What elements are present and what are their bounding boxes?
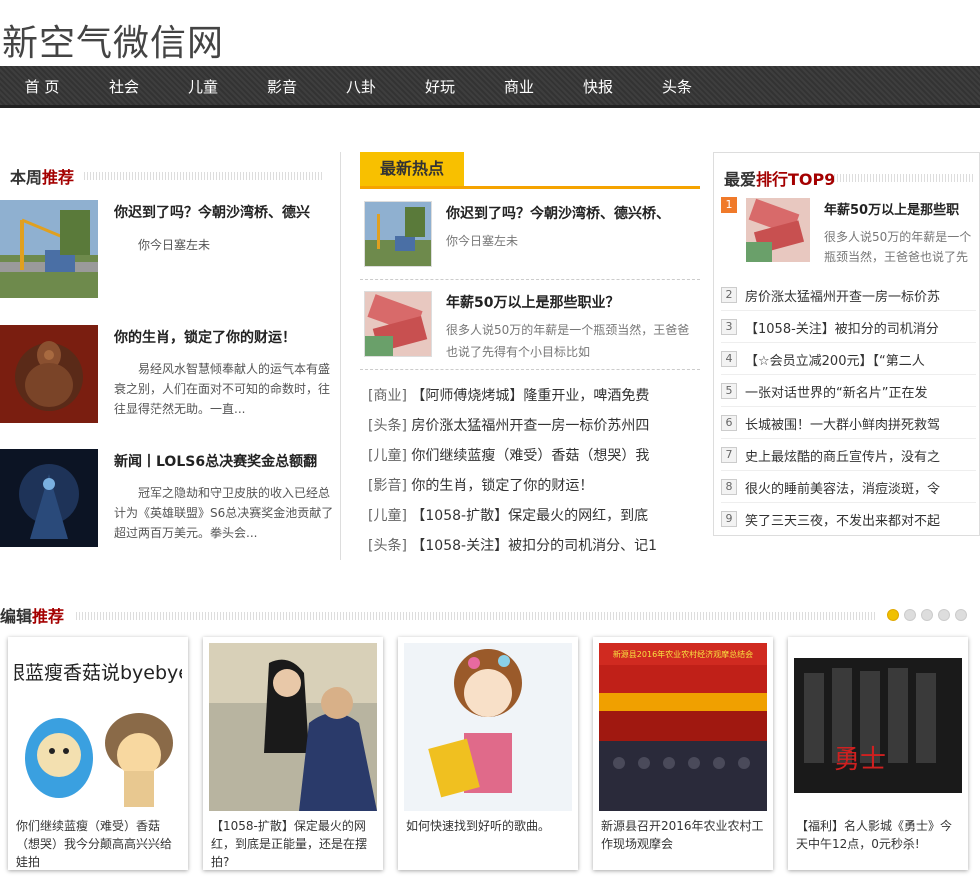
rank-top-title[interactable]: 年薪50万以上是那些职 [824,199,974,218]
nav-society[interactable]: 社会 [94,66,154,108]
column-divider [340,152,341,560]
site-logo[interactable]: 新空气微信网 [2,14,224,66]
rank-row-9[interactable]: 9 笑了三天三夜，不发出来都对不起 [721,503,976,535]
weekly-thumb-3[interactable] [0,449,98,547]
nav-news-flash[interactable]: 快报 [568,66,628,108]
editor-title-stripe [76,612,876,620]
carousel-dot-1[interactable] [887,609,899,621]
editor-pick-1-image: 跟蓝瘦香菇说byebye [14,643,182,811]
carousel-dot-3[interactable] [921,609,933,621]
weekly-item-2-title[interactable]: 你的生肖，锁定了你的财运！ [114,327,334,347]
editor-pick-4-image-text: 新源县2016年农业农村经济观摩总结会 [613,649,753,659]
editor-pick-3-image [404,643,572,811]
editor-pick-2-image [209,643,377,811]
hot-card-2-title[interactable]: 年薪50万以上是那些职业？ [446,292,619,312]
weekly-item-1-desc: 你今日塞左未 [138,238,211,252]
hot-thumb-1[interactable] [364,201,432,267]
hot-list-item-3[interactable]: [儿童] 你们继续蓝瘦（难受）香菇（想哭）我 [368,445,688,465]
hot-separator-1 [360,279,700,280]
editor-pick-1-image-text: 跟蓝瘦香菇说byebye [14,662,182,684]
nav-media[interactable]: 影音 [252,66,312,108]
nav-headlines[interactable]: 头条 [647,66,707,108]
weekly-item-1-title[interactable]: 你迟到了吗？今朝沙湾桥、德兴 [114,202,334,222]
hot-list-item-5[interactable]: [儿童] 【1058-扩散】保定最火的网红，到底 [368,505,688,525]
weekly-thumb-2[interactable] [0,325,98,423]
rank-top-desc: 很多人说50万的年薪是一个瓶颈当然，王爸爸也说了先 [824,230,972,264]
hot-separator-2 [360,369,700,370]
hot-list-item-6[interactable]: [头条] 【1058-关注】被扣分的司机消分、记1 [368,535,688,555]
editor-pick-5-image-text: 勇士 [834,745,886,775]
hot-thumb-2[interactable] [364,291,432,357]
weekly-item-3-title[interactable]: 新闻丨LOLS6总决赛奖金总额翻 [114,451,334,471]
rank-row-5[interactable]: 5 一张对话世界的“新名片”正在发 [721,375,976,407]
rank-row-8[interactable]: 8 很火的睡前美容法，消痘淡斑，令 [721,471,976,503]
carousel-dot-5[interactable] [955,609,967,621]
hot-header: 最新热点 [360,152,700,189]
editor-pick-5-image: 勇士 [794,643,962,811]
rank-row-4[interactable]: 4 【☆会员立减200元】【“第二人 [721,343,976,375]
hot-list-item-2[interactable]: [头条] 房价涨太猛福州开查一房一标价苏州四 [368,415,688,435]
editor-pick-4-caption[interactable]: 新源县召开2016年农业农村工作现场观摩会 [601,817,767,853]
nav-business[interactable]: 商业 [489,66,549,108]
nav-children[interactable]: 儿童 [173,66,233,108]
rank-row-7[interactable]: 7 史上最炫酷的商丘宣传片，没有之 [721,439,976,471]
carousel-dots [887,609,972,625]
nav-fun[interactable]: 好玩 [410,66,470,108]
main-nav: 首 页 社会 儿童 影音 八卦 好玩 商业 快报 头条 [0,66,980,108]
weekly-item-3-desc: 冠军之隐劫和守卫皮肤的收入已经总计为《英雄联盟》S6总决赛奖金池贡献了超过两百万… [114,486,334,540]
editor-pick-3-caption[interactable]: 如何快速找到好听的歌曲。 [406,817,572,835]
editor-pick-5[interactable]: 勇士 【福利】名人影城《勇士》今天中午12点，0元秒杀! [788,637,968,870]
nav-gossip[interactable]: 八卦 [331,66,391,108]
hot-list-item-1[interactable]: [商业] 【阿师傅烧烤城】隆重开业，啤酒免费 [368,385,688,405]
weekly-title-stripe [84,172,324,180]
editor-pick-4-image: 新源县2016年农业农村经济观摩总结会 [599,643,767,811]
editor-pick-5-caption[interactable]: 【福利】名人影城《勇士》今天中午12点，0元秒杀! [796,817,962,853]
rank-row-3[interactable]: 3 【1058-关注】被扣分的司机消分 [721,311,976,343]
editor-title: 编辑推荐 [0,607,65,626]
hot-title: 最新热点 [360,152,464,186]
weekly-item-2-desc: 易经风水智慧倾奉献人的运气本有盛衰之别，人们在面对不可知的命数时，往往显得茫然无… [114,362,331,416]
weekly-thumb-1[interactable] [0,200,98,298]
hot-card-2-desc: 很多人说50万的年薪是一个瓶颈当然，王爸爸也说了先得有个小目标比如 [446,323,690,359]
hot-list-item-4[interactable]: [影音] 你的生肖，锁定了你的财运！ [368,475,688,495]
carousel-dot-2[interactable] [904,609,916,621]
rank-top-thumb[interactable] [746,198,810,262]
editor-pick-1-caption[interactable]: 你们继续蓝瘦（难受）香菇（想哭）我今分颠高高兴兴给娃拍 [16,817,182,871]
editor-pick-4[interactable]: 新源县2016年农业农村经济观摩总结会 新源县召开2016年农业农村工作现场观摩… [593,637,773,870]
editor-pick-2-caption[interactable]: 【1058-扩散】保定最火的网红，到底是正能量，还是在摆拍? [211,817,377,871]
nav-home[interactable]: 首 页 [12,66,72,108]
ranking-title: 最爱排行TOP9 [724,170,836,189]
rank-row-6[interactable]: 6 长城被围！一大群小鲜肉拼死救驾 [721,407,976,439]
editor-pick-2[interactable]: 【1058-扩散】保定最火的网红，到底是正能量，还是在摆拍? [203,637,383,870]
rank-num-1: 1 [721,197,737,213]
editor-pick-1[interactable]: 跟蓝瘦香菇说byebye 你们继续蓝瘦（难受）香菇（想哭）我今分颠高高兴兴给娃拍 [8,637,188,870]
ranking-title-stripe [834,174,974,182]
rank-row-2[interactable]: 2 房价涨太猛福州开查一房一标价苏 [721,279,976,311]
hot-card-1-desc: 你今日塞左未 [446,234,519,248]
editor-pick-3[interactable]: 如何快速找到好听的歌曲。 [398,637,578,870]
hot-card-1-title[interactable]: 你迟到了吗？今朝沙湾桥、德兴桥、 [446,203,670,223]
weekly-title: 本周推荐 [10,168,75,187]
carousel-dot-4[interactable] [938,609,950,621]
